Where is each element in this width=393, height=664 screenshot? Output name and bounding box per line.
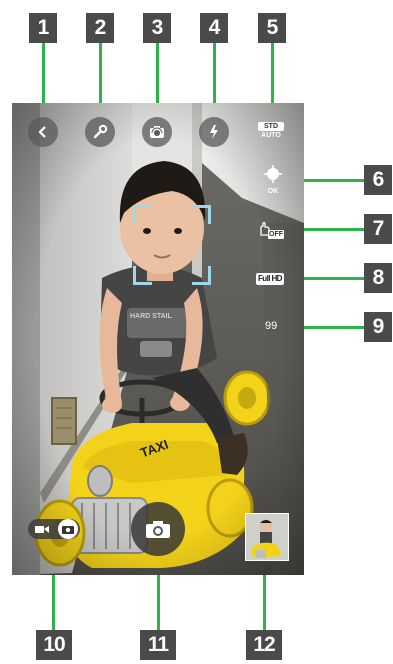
camera-icon: [146, 521, 170, 538]
callout-badge-5: 5: [258, 13, 286, 43]
resolution-indicator[interactable]: Full HD: [256, 273, 284, 285]
face-detection-frame: [133, 205, 211, 285]
leader-line-4: [213, 43, 216, 103]
callout-badge-9: 9: [364, 312, 392, 342]
toy-car-plate: HARD STAIL: [130, 313, 172, 320]
flash-button[interactable]: [199, 117, 229, 147]
settings-button[interactable]: [85, 117, 115, 147]
callout-badge-2: 2: [86, 13, 114, 43]
leader-line-8: [304, 277, 364, 280]
camera-viewfinder[interactable]: TAXI HARD STAIL STD AUTO OK OFF Full HD …: [12, 103, 304, 575]
callout-badge-7: 7: [364, 214, 392, 244]
leader-line-2: [99, 43, 102, 103]
motion-off-label: OFF: [268, 230, 284, 239]
callout-badge-6: 6: [364, 165, 392, 195]
crosshair-focus-icon: [264, 165, 282, 183]
scene-mode-std: STD: [258, 122, 284, 131]
callout-badge-12: 12: [246, 630, 282, 660]
leader-line-6: [304, 179, 364, 182]
back-button[interactable]: [28, 117, 58, 147]
video-icon: [35, 526, 49, 533]
leader-line-7: [304, 228, 364, 231]
camera-icon: [62, 526, 74, 534]
wrench-icon: [93, 124, 108, 139]
leader-line-5: [271, 43, 274, 103]
callout-badge-11: 11: [140, 630, 176, 660]
callout-badge-1: 1: [29, 13, 57, 43]
leader-line-9: [304, 326, 364, 329]
leader-line-12: [263, 575, 266, 630]
switch-camera-button[interactable]: [142, 117, 172, 147]
mode-switch-knob: [58, 519, 78, 539]
leader-line-3: [156, 43, 159, 103]
camera-rotate-icon: [150, 126, 164, 138]
leader-line-10: [52, 575, 55, 630]
thumbnail-image: [246, 514, 288, 560]
scene-mode-indicator[interactable]: STD AUTO: [258, 122, 284, 140]
focus-indicator[interactable]: OK: [262, 165, 284, 196]
callout-badge-3: 3: [143, 13, 171, 43]
mode-switch-toggle[interactable]: [28, 519, 80, 539]
leader-line-1: [42, 43, 45, 103]
callout-badge-10: 10: [36, 630, 72, 660]
focus-ok-label: OK: [267, 188, 279, 195]
motion-mode-indicator[interactable]: OFF: [256, 221, 288, 243]
last-photo-thumbnail[interactable]: [245, 513, 289, 561]
callout-badge-4: 4: [200, 13, 228, 43]
scene-mode-auto: AUTO: [261, 132, 281, 139]
chevron-left-icon: [38, 126, 46, 138]
callout-badge-8: 8: [364, 263, 392, 293]
leader-line-11: [157, 575, 160, 630]
flash-icon: [210, 125, 218, 139]
shots-remaining: 99: [265, 320, 278, 332]
shutter-button[interactable]: [131, 502, 185, 556]
